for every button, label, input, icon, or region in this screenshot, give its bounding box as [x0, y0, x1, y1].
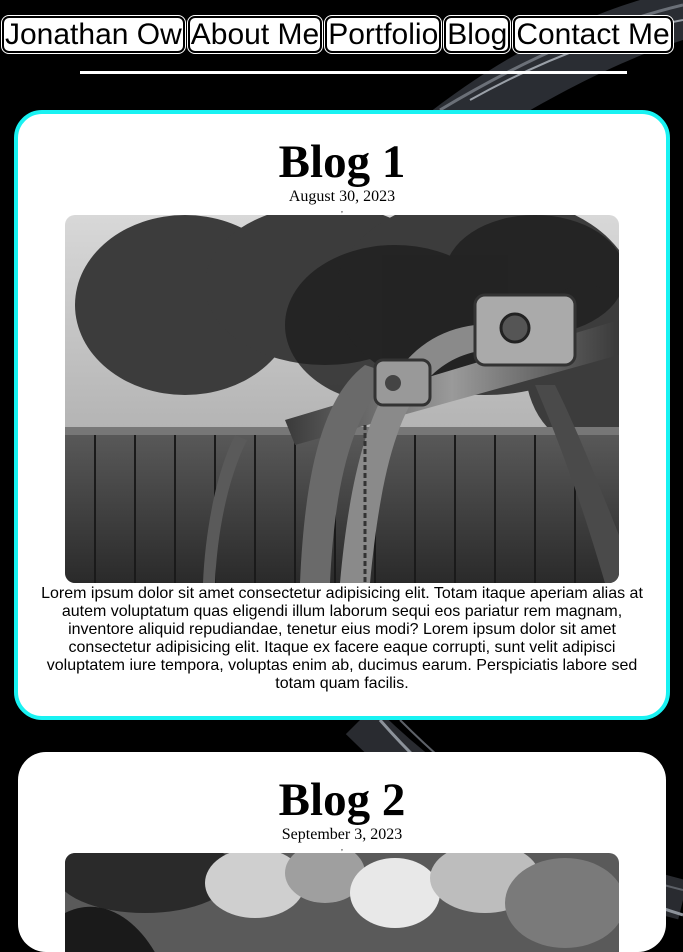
- post-separator: ,: [18, 206, 666, 215]
- post-image: [65, 853, 619, 952]
- post-title: Blog 1: [18, 136, 666, 188]
- top-nav: Jonathan Ow About Me Portfolio Blog Cont…: [0, 0, 683, 53]
- blog-card-1[interactable]: Blog 1 August 30, 2023 ,: [14, 110, 670, 720]
- post-separator: ,: [18, 844, 666, 853]
- post-image: [65, 215, 619, 583]
- nav-blog-button[interactable]: Blog: [444, 16, 510, 53]
- nav-contact-button[interactable]: Contact Me: [513, 16, 672, 53]
- nav-about-button[interactable]: About Me: [188, 16, 322, 53]
- blog-card-2[interactable]: Blog 2 September 3, 2023 ,: [18, 752, 666, 952]
- post-date: September 3, 2023: [18, 826, 666, 844]
- nav-divider: [80, 71, 627, 74]
- nav-home-button[interactable]: Jonathan Ow: [2, 16, 185, 53]
- post-body: Lorem ipsum dolor sit amet consectetur a…: [18, 585, 666, 693]
- post-title: Blog 2: [18, 774, 666, 826]
- post-date: August 30, 2023: [18, 188, 666, 206]
- nav-portfolio-button[interactable]: Portfolio: [325, 16, 441, 53]
